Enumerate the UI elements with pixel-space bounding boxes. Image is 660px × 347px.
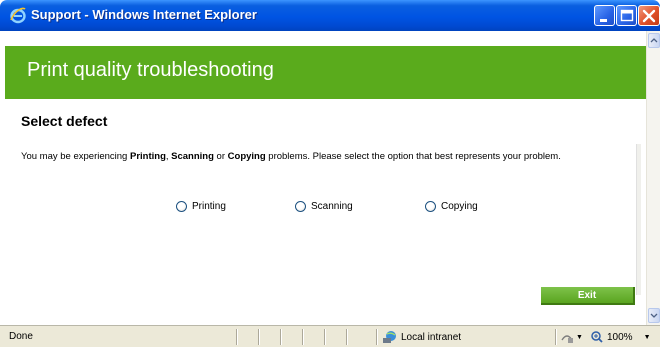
zoom-icon — [591, 331, 603, 343]
status-divider — [258, 329, 260, 345]
window-titlebar[interactable]: Support - Windows Internet Explorer — [0, 0, 660, 31]
page-header: Print quality troubleshooting — [5, 46, 646, 99]
close-icon — [642, 9, 656, 23]
radio-option-scanning[interactable]: Scanning — [295, 199, 353, 213]
chevron-down-icon: ▼ — [576, 333, 583, 341]
status-text: Done — [9, 331, 33, 342]
window-title: Support - Windows Internet Explorer — [31, 7, 257, 22]
status-divider — [280, 329, 282, 345]
instructions-bold-copying: Copying — [227, 151, 266, 162]
scroll-up-button[interactable] — [648, 33, 660, 48]
radio-option-printing[interactable]: Printing — [176, 199, 226, 213]
maximize-icon — [620, 9, 634, 22]
exit-button[interactable]: Exit — [541, 287, 635, 305]
instructions-bold-printing: Printing — [129, 151, 166, 162]
status-divider — [346, 329, 348, 345]
protected-mode-icon — [561, 334, 573, 343]
radio-button-copying[interactable] — [425, 200, 436, 212]
radio-label-scanning: Scanning — [311, 200, 353, 212]
zoom-level: 100% — [607, 331, 633, 343]
security-zone[interactable]: Local intranet — [382, 329, 461, 345]
chevron-down-icon: ▼ — [643, 333, 651, 341]
status-divider — [555, 329, 557, 345]
radio-label-copying: Copying — [441, 200, 478, 212]
radio-button-scanning[interactable] — [295, 200, 306, 212]
radio-option-copying[interactable]: Copying — [425, 199, 478, 213]
section-title: Select defect — [21, 113, 108, 129]
page-content: Print quality troubleshooting Select def… — [0, 31, 646, 325]
zoom-control[interactable]: 100% ▼ — [590, 329, 651, 345]
page-title: Print quality troubleshooting — [27, 59, 274, 81]
instructions-text: You may be experiencing Printing, Scanni… — [21, 151, 561, 162]
maximize-button[interactable] — [616, 5, 637, 26]
minimize-button[interactable] — [594, 5, 615, 26]
zone-label: Local intranet — [401, 331, 462, 343]
instructions-part: You may be experiencing — [21, 151, 130, 162]
chevron-up-icon — [650, 38, 658, 43]
minimize-icon — [600, 19, 607, 22]
inner-scroll-track[interactable] — [636, 144, 641, 295]
instructions-part: problems. Please select the option that … — [265, 151, 561, 162]
instructions-part: or — [213, 151, 228, 162]
status-bar: Done Local intranet ▼ 100% ▼ — [0, 325, 660, 347]
radio-button-printing[interactable] — [176, 200, 187, 212]
status-divider — [302, 329, 304, 345]
status-divider — [236, 329, 238, 345]
instructions-bold-scanning: Scanning — [171, 151, 214, 162]
status-divider — [376, 329, 378, 345]
chevron-down-icon — [650, 313, 658, 318]
status-divider — [324, 329, 326, 345]
protected-mode-indicator[interactable]: ▼ — [560, 330, 583, 344]
browser-scrollbar[interactable] — [646, 31, 660, 325]
ie-logo-icon — [9, 6, 27, 24]
intranet-zone-icon — [383, 331, 396, 343]
scroll-down-button[interactable] — [648, 308, 660, 323]
close-button[interactable] — [638, 5, 660, 26]
radio-label-printing: Printing — [192, 200, 226, 212]
